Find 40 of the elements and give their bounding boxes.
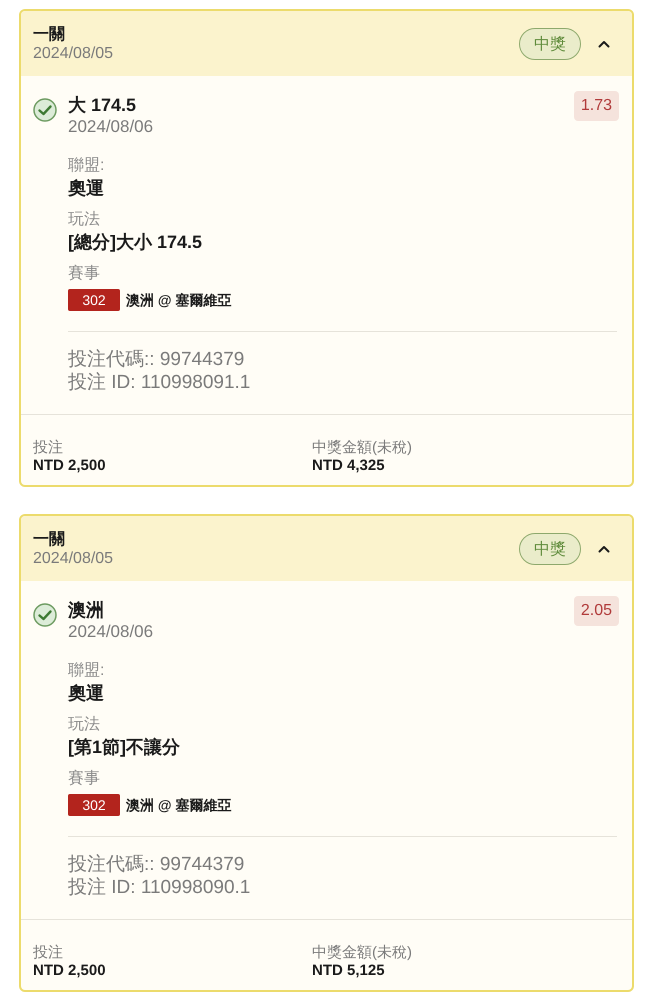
summary-value: NTD 5,125 xyxy=(312,962,386,979)
bet-id-text: 投注 ID: 110998091.1 xyxy=(68,371,252,394)
field-value: [第1節]不讓分 xyxy=(68,736,181,758)
field-label: 聯盟: xyxy=(68,661,106,681)
summary-value: NTD 2,500 xyxy=(33,962,107,979)
odds-badge: 2.05 xyxy=(574,596,619,626)
field-label: 聯盟: xyxy=(68,156,106,176)
selection-label: 大 174.5 xyxy=(68,94,138,116)
summary-label: 中獎金額(未稅) xyxy=(312,439,413,457)
field-label: 玩法 xyxy=(68,210,101,230)
selection-label: 澳洲 xyxy=(68,599,105,621)
chevron-up-icon[interactable] xyxy=(598,545,610,553)
field-label: 賽事 xyxy=(68,769,101,789)
match-teams: 澳洲 @ 塞爾維亞 xyxy=(126,796,232,815)
event-number-tag: 302 xyxy=(68,794,120,816)
match-teams: 澳洲 @ 塞爾維亞 xyxy=(126,291,232,310)
field-label: 玩法 xyxy=(68,715,101,735)
odds-badge: 1.73 xyxy=(574,91,619,121)
field-value: 奧運 xyxy=(68,682,105,704)
event-number-tag: 302 xyxy=(68,289,120,311)
summary-value: NTD 4,325 xyxy=(312,457,386,474)
bet-code-text: 投注代碼:: 99744379 xyxy=(68,348,246,371)
bet-type-label: 一關 xyxy=(33,25,66,44)
summary-label: 投注 xyxy=(33,439,64,457)
summary-label: 投注 xyxy=(33,944,64,962)
field-label: 賽事 xyxy=(68,264,101,284)
chevron-up-icon[interactable] xyxy=(598,40,610,48)
summary-label: 中獎金額(未稅) xyxy=(312,944,413,962)
event-date: 2024/08/06 xyxy=(68,116,154,138)
status-badge: 中獎 xyxy=(519,533,581,565)
bet-id-text: 投注 ID: 110998090.1 xyxy=(68,876,252,899)
status-badge: 中獎 xyxy=(519,28,581,60)
bet-code-text: 投注代碼:: 99744379 xyxy=(68,853,246,876)
bet-type-label: 一關 xyxy=(33,530,66,549)
bet-date: 2024/08/05 xyxy=(33,549,114,568)
event-date: 2024/08/06 xyxy=(68,621,154,643)
summary-value: NTD 2,500 xyxy=(33,457,107,474)
field-value: 奧運 xyxy=(68,177,105,199)
field-value: [總分]大小 174.5 xyxy=(68,231,204,253)
bet-date: 2024/08/05 xyxy=(33,44,114,63)
